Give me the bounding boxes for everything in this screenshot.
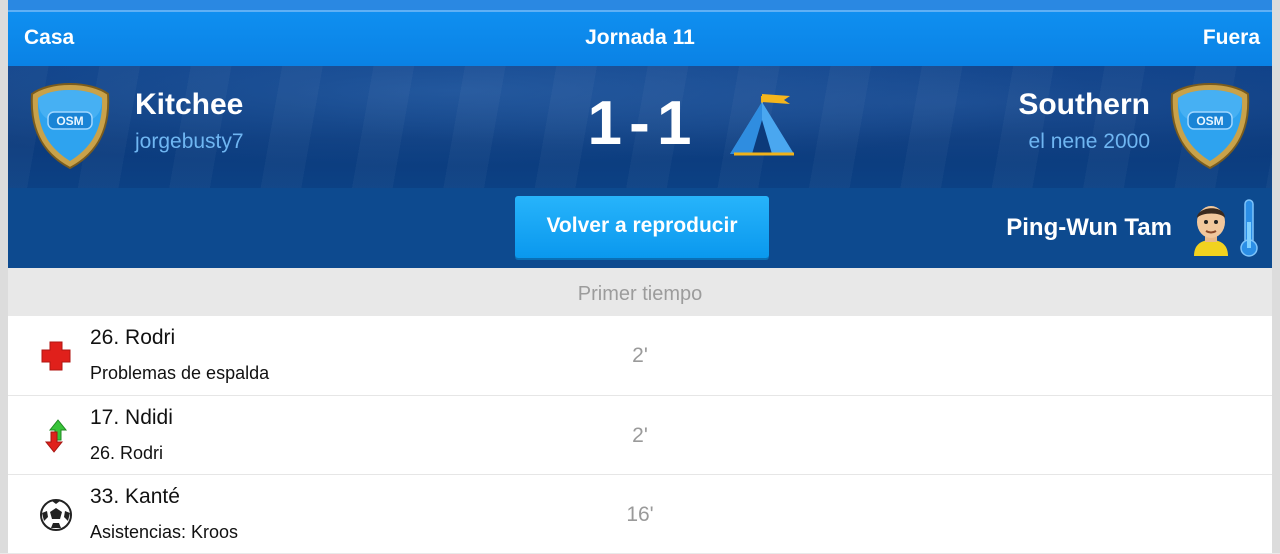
match-subheader: Casa Jornada 11 Fuera	[8, 12, 1272, 66]
match-events-list: 26. Rodri Problemas de espalda 2' 17. Nd…	[8, 316, 1272, 553]
referee-name[interactable]: Ping-Wun Tam	[1006, 214, 1172, 242]
away-team-name[interactable]: Southern	[1018, 88, 1150, 122]
event-row[interactable]: 26. Rodri Problemas de espalda 2'	[8, 316, 1272, 395]
away-label: Fuera	[1202, 26, 1260, 49]
event-minute: 2'	[632, 424, 648, 447]
referee-avatar-icon[interactable]	[1188, 200, 1234, 256]
frame-right-border	[1272, 0, 1280, 553]
control-bar: Volver a reproducir Ping-Wun Tam	[8, 188, 1272, 268]
round-label: Jornada 11	[585, 26, 695, 49]
event-minute: 2'	[632, 344, 648, 367]
half-section-header: Primer tiempo	[8, 268, 1272, 316]
replay-button[interactable]: Volver a reproducir	[515, 196, 769, 258]
event-minute: 16'	[626, 503, 654, 526]
away-badge-text: OSM	[1196, 114, 1223, 128]
away-score: 1	[657, 89, 693, 158]
event-row[interactable]: 17. Ndidi 26. Rodri 2'	[8, 395, 1272, 475]
scoreboard: OSM Kitchee jorgebusty7 1-1 Southern el …	[8, 66, 1272, 188]
thermometer-icon	[1240, 199, 1258, 257]
away-team-badge[interactable]: OSM	[1168, 82, 1252, 170]
frame-left-border	[0, 0, 8, 553]
home-score: 1	[587, 89, 623, 158]
away-manager-name[interactable]: el nene 2000	[1029, 130, 1150, 154]
tent-icon	[730, 94, 794, 156]
event-row[interactable]: 33. Kanté Asistencias: Kroos 16'	[8, 474, 1272, 554]
score-separator: -	[629, 89, 651, 158]
top-strip	[8, 0, 1272, 12]
